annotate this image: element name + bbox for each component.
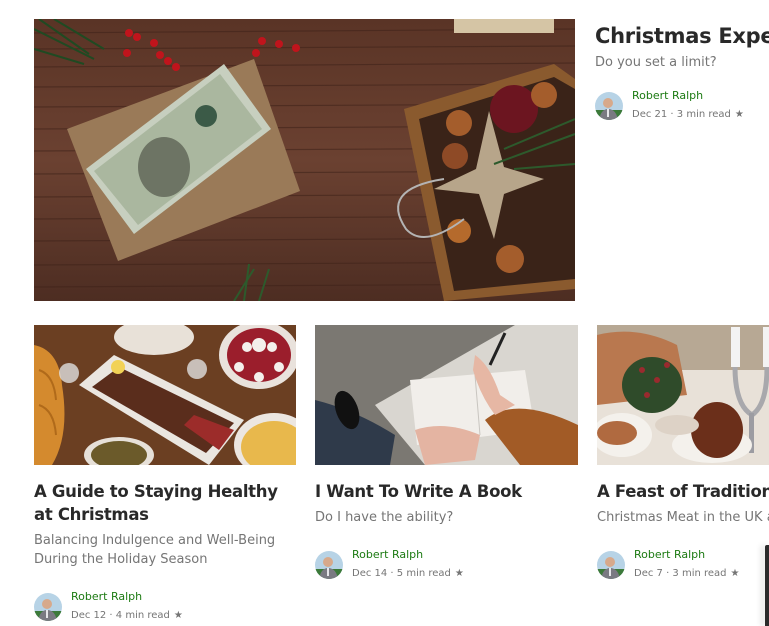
article-title[interactable]: A Feast of Tradition <box>597 480 769 503</box>
article-byline: Robert Ralph Dec 12 · 4 min read ★ <box>34 590 183 623</box>
article-meta: Dec 7 · 3 min read <box>634 568 727 579</box>
featured-article-title[interactable]: Christmas Expectations <box>595 22 769 50</box>
article-image-writing[interactable] <box>315 325 578 465</box>
article-byline: Robert Ralph Dec 14 · 5 min read ★ <box>315 548 464 581</box>
article-card: A Feast of Tradition Christmas Meat in t… <box>597 480 769 527</box>
author-avatar[interactable] <box>34 593 62 621</box>
star-icon: ★ <box>454 568 464 579</box>
star-icon: ★ <box>730 568 740 579</box>
article-title[interactable]: A Guide to Staying Healthy at Christmas <box>34 480 296 526</box>
article-title[interactable]: I Want To Write A Book <box>315 480 578 503</box>
star-icon: ★ <box>734 109 744 120</box>
author-avatar[interactable] <box>595 92 623 120</box>
overlay-panel-edge <box>765 545 769 626</box>
author-avatar[interactable] <box>315 551 343 579</box>
author-name-link[interactable]: Robert Ralph <box>632 89 744 103</box>
featured-article-subtitle: Do you set a limit? <box>595 55 717 70</box>
featured-article: Christmas Expectations Do you set a limi… <box>595 22 769 72</box>
article-subtitle: Balancing Indulgence and Well-Being Duri… <box>34 533 276 567</box>
article-subtitle: Christmas Meat in the UK and <box>597 510 769 525</box>
article-card: I Want To Write A Book Do I have the abi… <box>315 480 578 527</box>
article-meta: Dec 21 · 3 min read <box>632 109 731 120</box>
star-icon: ★ <box>173 610 183 621</box>
article-image-feast[interactable] <box>34 325 296 465</box>
article-byline: Robert Ralph Dec 7 · 3 min read ★ <box>597 548 740 581</box>
author-name-link[interactable]: Robert Ralph <box>71 590 183 604</box>
article-subtitle: Do I have the ability? <box>315 510 454 525</box>
author-avatar[interactable] <box>597 551 625 579</box>
article-meta: Dec 12 · 4 min read <box>71 610 170 621</box>
author-name-link[interactable]: Robert Ralph <box>352 548 464 562</box>
featured-article-byline: Robert Ralph Dec 21 · 3 min read ★ <box>595 89 744 122</box>
article-meta: Dec 14 · 5 min read <box>352 568 451 579</box>
featured-article-image[interactable] <box>34 19 575 301</box>
article-image-roast[interactable] <box>597 325 769 465</box>
article-card: A Guide to Staying Healthy at Christmas … <box>34 480 296 569</box>
author-name-link[interactable]: Robert Ralph <box>634 548 740 562</box>
